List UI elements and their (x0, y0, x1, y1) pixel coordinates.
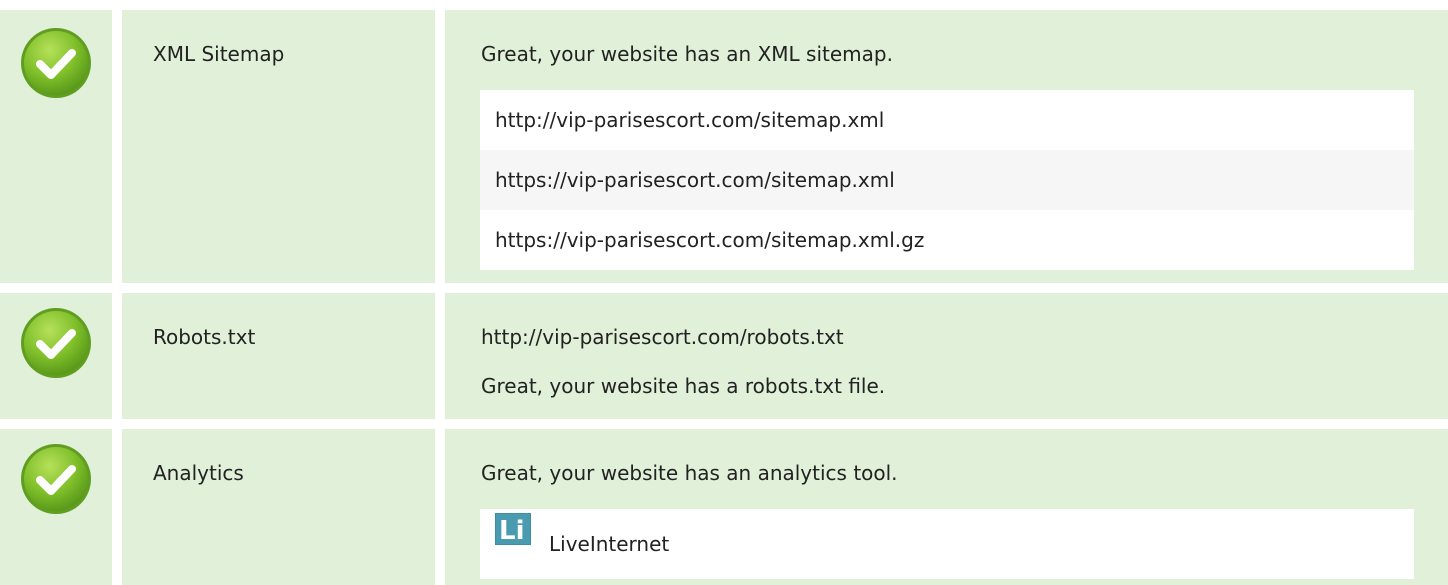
status-message: Great, your website has an analytics too… (481, 461, 898, 485)
detail-cell: http://vip-parisescort.com/robots.txt Gr… (445, 293, 1448, 419)
svg-text:Li: Li (499, 516, 524, 545)
row-label: Robots.txt (153, 325, 256, 349)
check-circle-icon (21, 28, 91, 98)
row-label: XML Sitemap (153, 42, 285, 66)
xml-sitemap-row: XML Sitemap Great, your website has an X… (0, 10, 1448, 283)
status-cell (0, 10, 112, 283)
liveinternet-logo-icon: Li (495, 513, 531, 545)
analytics-tool-name: LiveInternet (549, 532, 670, 556)
analytics-tool-item[interactable]: Li LiveInternet (480, 509, 1414, 579)
sitemap-list: http://vip-parisescort.com/sitemap.xml h… (480, 90, 1414, 270)
check-circle-icon (21, 444, 91, 514)
label-cell: Analytics (122, 429, 435, 585)
row-label: Analytics (153, 461, 244, 485)
sitemap-url-item[interactable]: https://vip-parisescort.com/sitemap.xml.… (480, 210, 1414, 270)
sitemap-url-item[interactable]: https://vip-parisescort.com/sitemap.xml (480, 150, 1414, 210)
robots-row: Robots.txt http://vip-parisescort.com/ro… (0, 293, 1448, 419)
status-message: Great, your website has an XML sitemap. (481, 42, 893, 66)
sitemap-url-item[interactable]: http://vip-parisescort.com/sitemap.xml (480, 90, 1414, 150)
status-cell (0, 429, 112, 585)
seo-results-table: XML Sitemap Great, your website has an X… (0, 0, 1448, 585)
status-cell (0, 293, 112, 419)
status-message: Great, your website has a robots.txt fil… (481, 374, 886, 398)
robots-url[interactable]: http://vip-parisescort.com/robots.txt (481, 322, 844, 352)
label-cell: XML Sitemap (122, 10, 435, 283)
analytics-row: Analytics Great, your website has an ana… (0, 429, 1448, 585)
check-circle-icon (21, 308, 91, 378)
analytics-tool-list: Li LiveInternet (480, 509, 1414, 579)
label-cell: Robots.txt (122, 293, 435, 419)
detail-cell: Great, your website has an analytics too… (445, 429, 1448, 585)
detail-cell: Great, your website has an XML sitemap. … (445, 10, 1448, 283)
